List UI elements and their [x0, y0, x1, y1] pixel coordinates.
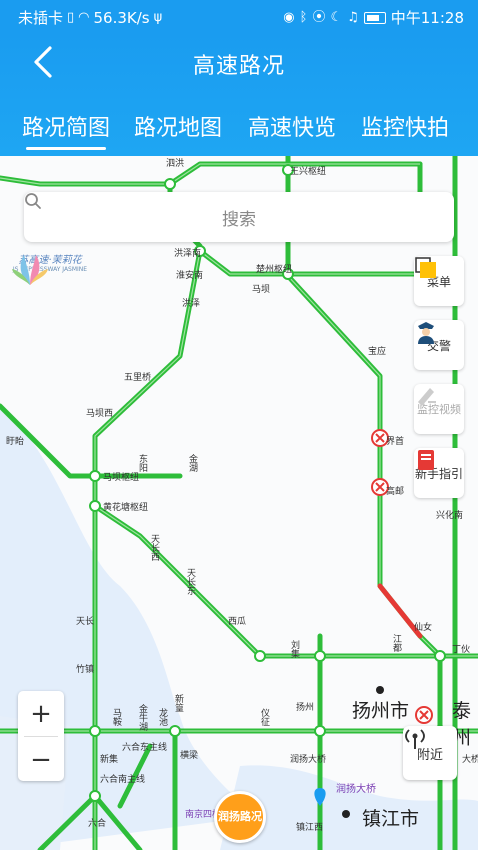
tab-road-sketch[interactable]: 路况简图	[22, 110, 110, 150]
town-label: 东阳	[137, 454, 147, 472]
town-label: 龙池	[157, 708, 167, 726]
police-icon	[418, 322, 434, 344]
search-icon	[25, 193, 41, 209]
zoom-out-button[interactable]: −	[18, 737, 64, 782]
search-placeholder: 搜索	[222, 209, 256, 230]
bridge-label: 润扬大桥	[336, 784, 376, 795]
hub-label: 马坝枢纽	[103, 473, 140, 483]
town-label: 天长	[76, 617, 95, 627]
menu-icon	[415, 257, 436, 278]
hub-label: 楚州枢纽	[256, 265, 293, 275]
town-label: 宝应	[368, 347, 387, 357]
network-speed: 56.3K/s	[93, 8, 150, 27]
menu-button[interactable]: 菜单	[414, 256, 464, 306]
town-label: 新集	[100, 755, 119, 765]
town-label: 新篁	[173, 694, 183, 712]
town-label: 马鞍	[111, 708, 121, 726]
town-label: 西瓜	[228, 617, 247, 627]
town-label: 横梁	[180, 751, 199, 761]
carrier-label: 未插卡	[18, 9, 64, 27]
eye-icon: ◉	[283, 9, 295, 25]
town-label: 金牛湖	[137, 704, 147, 731]
town-label: 马坝	[252, 285, 271, 295]
road-sketch-map[interactable]: 苏高速·茉莉花 JS EXPRESSWAY JASMINE 王兴枢纽 楚州枢纽 …	[0, 156, 478, 850]
town-label: 界首	[386, 437, 405, 447]
cctv-button[interactable]: 监控视频	[414, 384, 464, 434]
town-label: 润扬大桥	[290, 755, 327, 765]
camera-icon	[418, 388, 436, 406]
town-label: 六合	[88, 819, 107, 829]
bluetooth-icon: ᛒ	[299, 9, 308, 25]
town-label: 刘集	[289, 640, 299, 658]
location-icon: ⦿	[312, 9, 326, 25]
town-label: 金湖	[187, 454, 197, 472]
runyang-badge[interactable]: 润扬路况	[214, 791, 266, 843]
town-label: 丁伙	[452, 645, 471, 655]
town-label: 盱眙	[6, 437, 25, 447]
police-button[interactable]: 交警	[414, 320, 464, 370]
moon-icon: ☾	[330, 9, 343, 25]
page-title: 高速路况	[192, 54, 285, 79]
wifi-icon: ◠	[78, 9, 90, 25]
town-label: 扬州	[296, 703, 315, 713]
tab-cctv-snapshot[interactable]: 监控快拍	[361, 110, 449, 142]
town-label: 洪泽	[182, 299, 201, 309]
town-label: 仙女	[414, 623, 433, 633]
town-label: 洪泽南	[174, 249, 202, 259]
tab-bar: 路况简图 路况地图 高速快览 监控快拍	[0, 104, 478, 156]
status-bar: 未插卡 ▯ ◠ 56.3K/s ψ ◉ ᛒ ⦿ ☾ ♫ 中午11:28	[0, 0, 478, 32]
city-zhenjiang: 镇江市	[362, 808, 420, 830]
town-label: 天长西	[149, 534, 159, 561]
hub-label: 王兴枢纽	[290, 167, 327, 177]
town-label: 泗洪	[166, 159, 185, 169]
jasmine-logo: 苏高速·茉莉花 JS EXPRESSWAY JASMINE	[10, 251, 90, 285]
usb-icon: ψ	[153, 9, 163, 25]
sim-icon: ▯	[67, 9, 75, 25]
bell-off-icon: ♫	[347, 9, 359, 25]
town-label: 五里桥	[124, 373, 152, 383]
hub-label: 黄花塘枢纽	[103, 503, 149, 513]
jasmine-flower-icon	[12, 255, 48, 285]
battery-icon	[363, 11, 386, 24]
badge-text: 润扬路况	[218, 810, 262, 823]
clock: 中午11:28	[390, 9, 464, 27]
search-box[interactable]: 搜索	[24, 192, 454, 242]
hub-label: 六合东主线	[122, 743, 168, 753]
town-label: 高邮	[386, 487, 405, 497]
nearby-button[interactable]: 附近	[403, 726, 457, 780]
hub-label: 六合南主线	[100, 775, 146, 785]
signal-tower-icon	[405, 729, 425, 749]
closure-icon[interactable]	[415, 706, 433, 724]
town-label: 镇江西	[296, 823, 324, 833]
guide-book-icon	[418, 450, 434, 470]
town-label: 江都	[391, 634, 401, 652]
tab-road-map[interactable]: 路况地图	[134, 110, 222, 142]
header: 高速路况 路况简图 路况地图 高速快览 监控快拍	[0, 32, 478, 156]
zoom-in-button[interactable]: +	[18, 691, 64, 736]
city-yangzhou: 扬州市	[352, 700, 410, 722]
zoom-control: + −	[18, 691, 64, 781]
town-label: 天长东	[185, 568, 195, 595]
town-label: 竹镇	[76, 665, 95, 675]
guide-button[interactable]: 新手指引	[414, 448, 464, 498]
town-label: 兴化南	[436, 511, 464, 521]
town-label: 淮安南	[176, 271, 204, 281]
town-label: 马坝西	[86, 409, 114, 419]
town-label: 仪征	[259, 708, 269, 726]
tab-highway-overview[interactable]: 高速快览	[248, 110, 336, 142]
town-label: 大桥	[462, 755, 478, 765]
